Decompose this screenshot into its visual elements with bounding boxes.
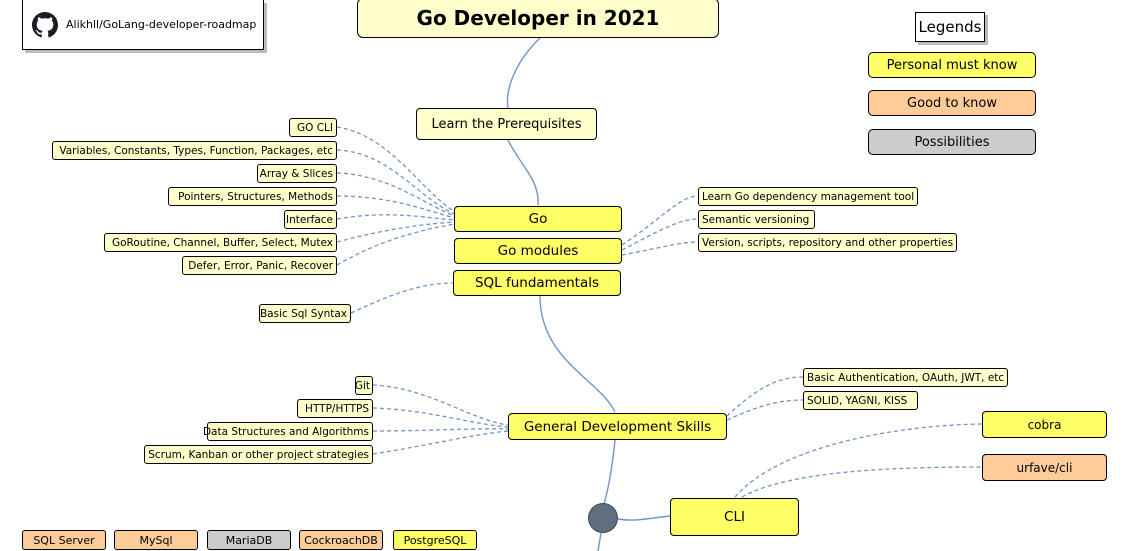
db-mariadb[interactable]: MariaDB [207,530,291,550]
topic-solid-yagni-kiss[interactable]: SOLID, YAGNI, KISS [803,391,918,410]
node-go-modules[interactable]: Go modules [454,238,622,264]
topic-defer-error[interactable]: Defer, Error, Panic, Recover [182,256,337,275]
node-sql-fundamentals[interactable]: SQL fundamentals [453,270,621,296]
topic-authentication[interactable]: Basic Authentication, OAuth, JWT, etc [803,368,1008,387]
legend-good-to-know: Good to know [868,90,1036,116]
topic-http-https[interactable]: HTTP/HTTPS [297,399,373,418]
topic-goroutine-channel[interactable]: GoRoutine, Channel, Buffer, Select, Mute… [104,233,337,252]
topic-git[interactable]: Git [355,376,373,395]
topic-basic-sql-syntax[interactable]: Basic Sql Syntax [259,304,351,323]
github-icon [32,11,58,37]
topic-semantic-versioning[interactable]: Semantic versioning [698,210,815,229]
trunk-general-circle [603,439,616,505]
topic-version-scripts[interactable]: Version, scripts, repository and other p… [698,233,957,252]
trunk-circle-down [597,532,602,551]
topic-data-structures[interactable]: Data Structures and Algorithms [203,422,373,441]
legend-title: Legends [915,12,985,42]
topic-scrum-kanban[interactable]: Scrum, Kanban or other project strategie… [144,445,373,464]
db-mysql[interactable]: MySql [114,530,198,550]
db-cockroachdb[interactable]: CockroachDB [299,530,383,550]
node-cli[interactable]: CLI [670,498,799,536]
trunk-title-prereq [506,37,541,109]
topic-dependency-management[interactable]: Learn Go dependency management tool [698,187,918,206]
topic-pointers-structures[interactable]: Pointers, Structures, Methods [168,187,337,206]
repo-link[interactable]: Alikhll/GoLang-developer-roadmap [22,0,264,50]
junction-node [588,503,618,533]
node-go[interactable]: Go [454,206,622,232]
db-postgresql[interactable]: PostgreSQL [393,530,477,550]
legend-personal-must-know: Personal must know [868,52,1036,78]
db-sql-server[interactable]: SQL Server [22,530,106,550]
topic-variables-constants[interactable]: Variables, Constants, Types, Function, P… [52,141,337,160]
node-general-development-skills[interactable]: General Development Skills [508,413,727,440]
legend-possibilities: Possibilities [868,129,1036,155]
tool-cobra[interactable]: cobra [982,411,1107,438]
repo-name: Alikhll/GoLang-developer-roadmap [66,18,257,31]
node-learn-prerequisites[interactable]: Learn the Prerequisites [416,108,597,140]
trunk-sql-general [539,295,616,413]
trunk-circle-cli [617,515,671,521]
roadmap-title: Go Developer in 2021 [357,0,719,38]
tool-urfave-cli[interactable]: urfave/cli [982,454,1107,481]
topic-array-slices[interactable]: Array & Slices [257,164,337,183]
topic-interface[interactable]: Interface [284,210,337,229]
topic-go-cli[interactable]: GO CLI [289,118,337,137]
trunk-prereq-go [507,139,539,206]
